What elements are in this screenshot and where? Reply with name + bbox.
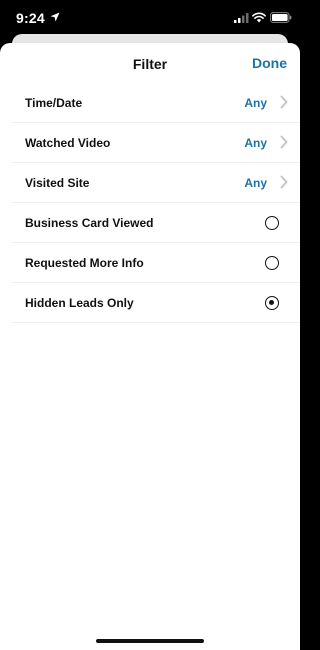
- filter-label: Requested More Info: [25, 256, 144, 270]
- home-indicator: [96, 639, 204, 643]
- filter-value: Any: [244, 96, 267, 110]
- cellular-signal-icon: [234, 13, 249, 23]
- filter-row-time-date[interactable]: Time/Date Any: [12, 83, 300, 123]
- filter-label: Time/Date: [25, 96, 83, 110]
- filter-value: Any: [244, 176, 267, 190]
- radio-selected-dot: [269, 300, 274, 305]
- radio-button[interactable]: [265, 296, 279, 310]
- chevron-right-icon: [280, 95, 288, 109]
- location-arrow-icon: [50, 12, 60, 22]
- filter-value: Any: [244, 136, 267, 150]
- status-time: 9:24: [16, 10, 45, 26]
- filter-sheet: Filter Done Time/Date Any Watched Video …: [0, 43, 300, 650]
- filter-row-watched-video[interactable]: Watched Video Any: [12, 123, 300, 163]
- chevron-right-icon: [280, 135, 288, 149]
- filter-row-requested-more-info[interactable]: Requested More Info: [12, 243, 300, 283]
- sheet-header: Filter Done: [0, 43, 300, 85]
- filter-list: Time/Date Any Watched Video Any Visited …: [0, 83, 300, 323]
- filter-label: Watched Video: [25, 136, 111, 150]
- filter-row-hidden-leads-only[interactable]: Hidden Leads Only: [12, 283, 300, 323]
- status-bar: 9:24: [0, 0, 300, 38]
- filter-label: Business Card Viewed: [25, 216, 154, 230]
- radio-button[interactable]: [265, 216, 279, 230]
- wifi-icon: [252, 12, 266, 23]
- filter-row-visited-site[interactable]: Visited Site Any: [12, 163, 300, 203]
- filter-label: Hidden Leads Only: [25, 296, 134, 310]
- filter-label: Visited Site: [25, 176, 90, 190]
- filter-row-business-card-viewed[interactable]: Business Card Viewed: [12, 203, 300, 243]
- chevron-right-icon: [280, 175, 288, 189]
- battery-icon: [270, 12, 292, 23]
- radio-button[interactable]: [265, 256, 279, 270]
- done-button[interactable]: Done: [252, 55, 287, 71]
